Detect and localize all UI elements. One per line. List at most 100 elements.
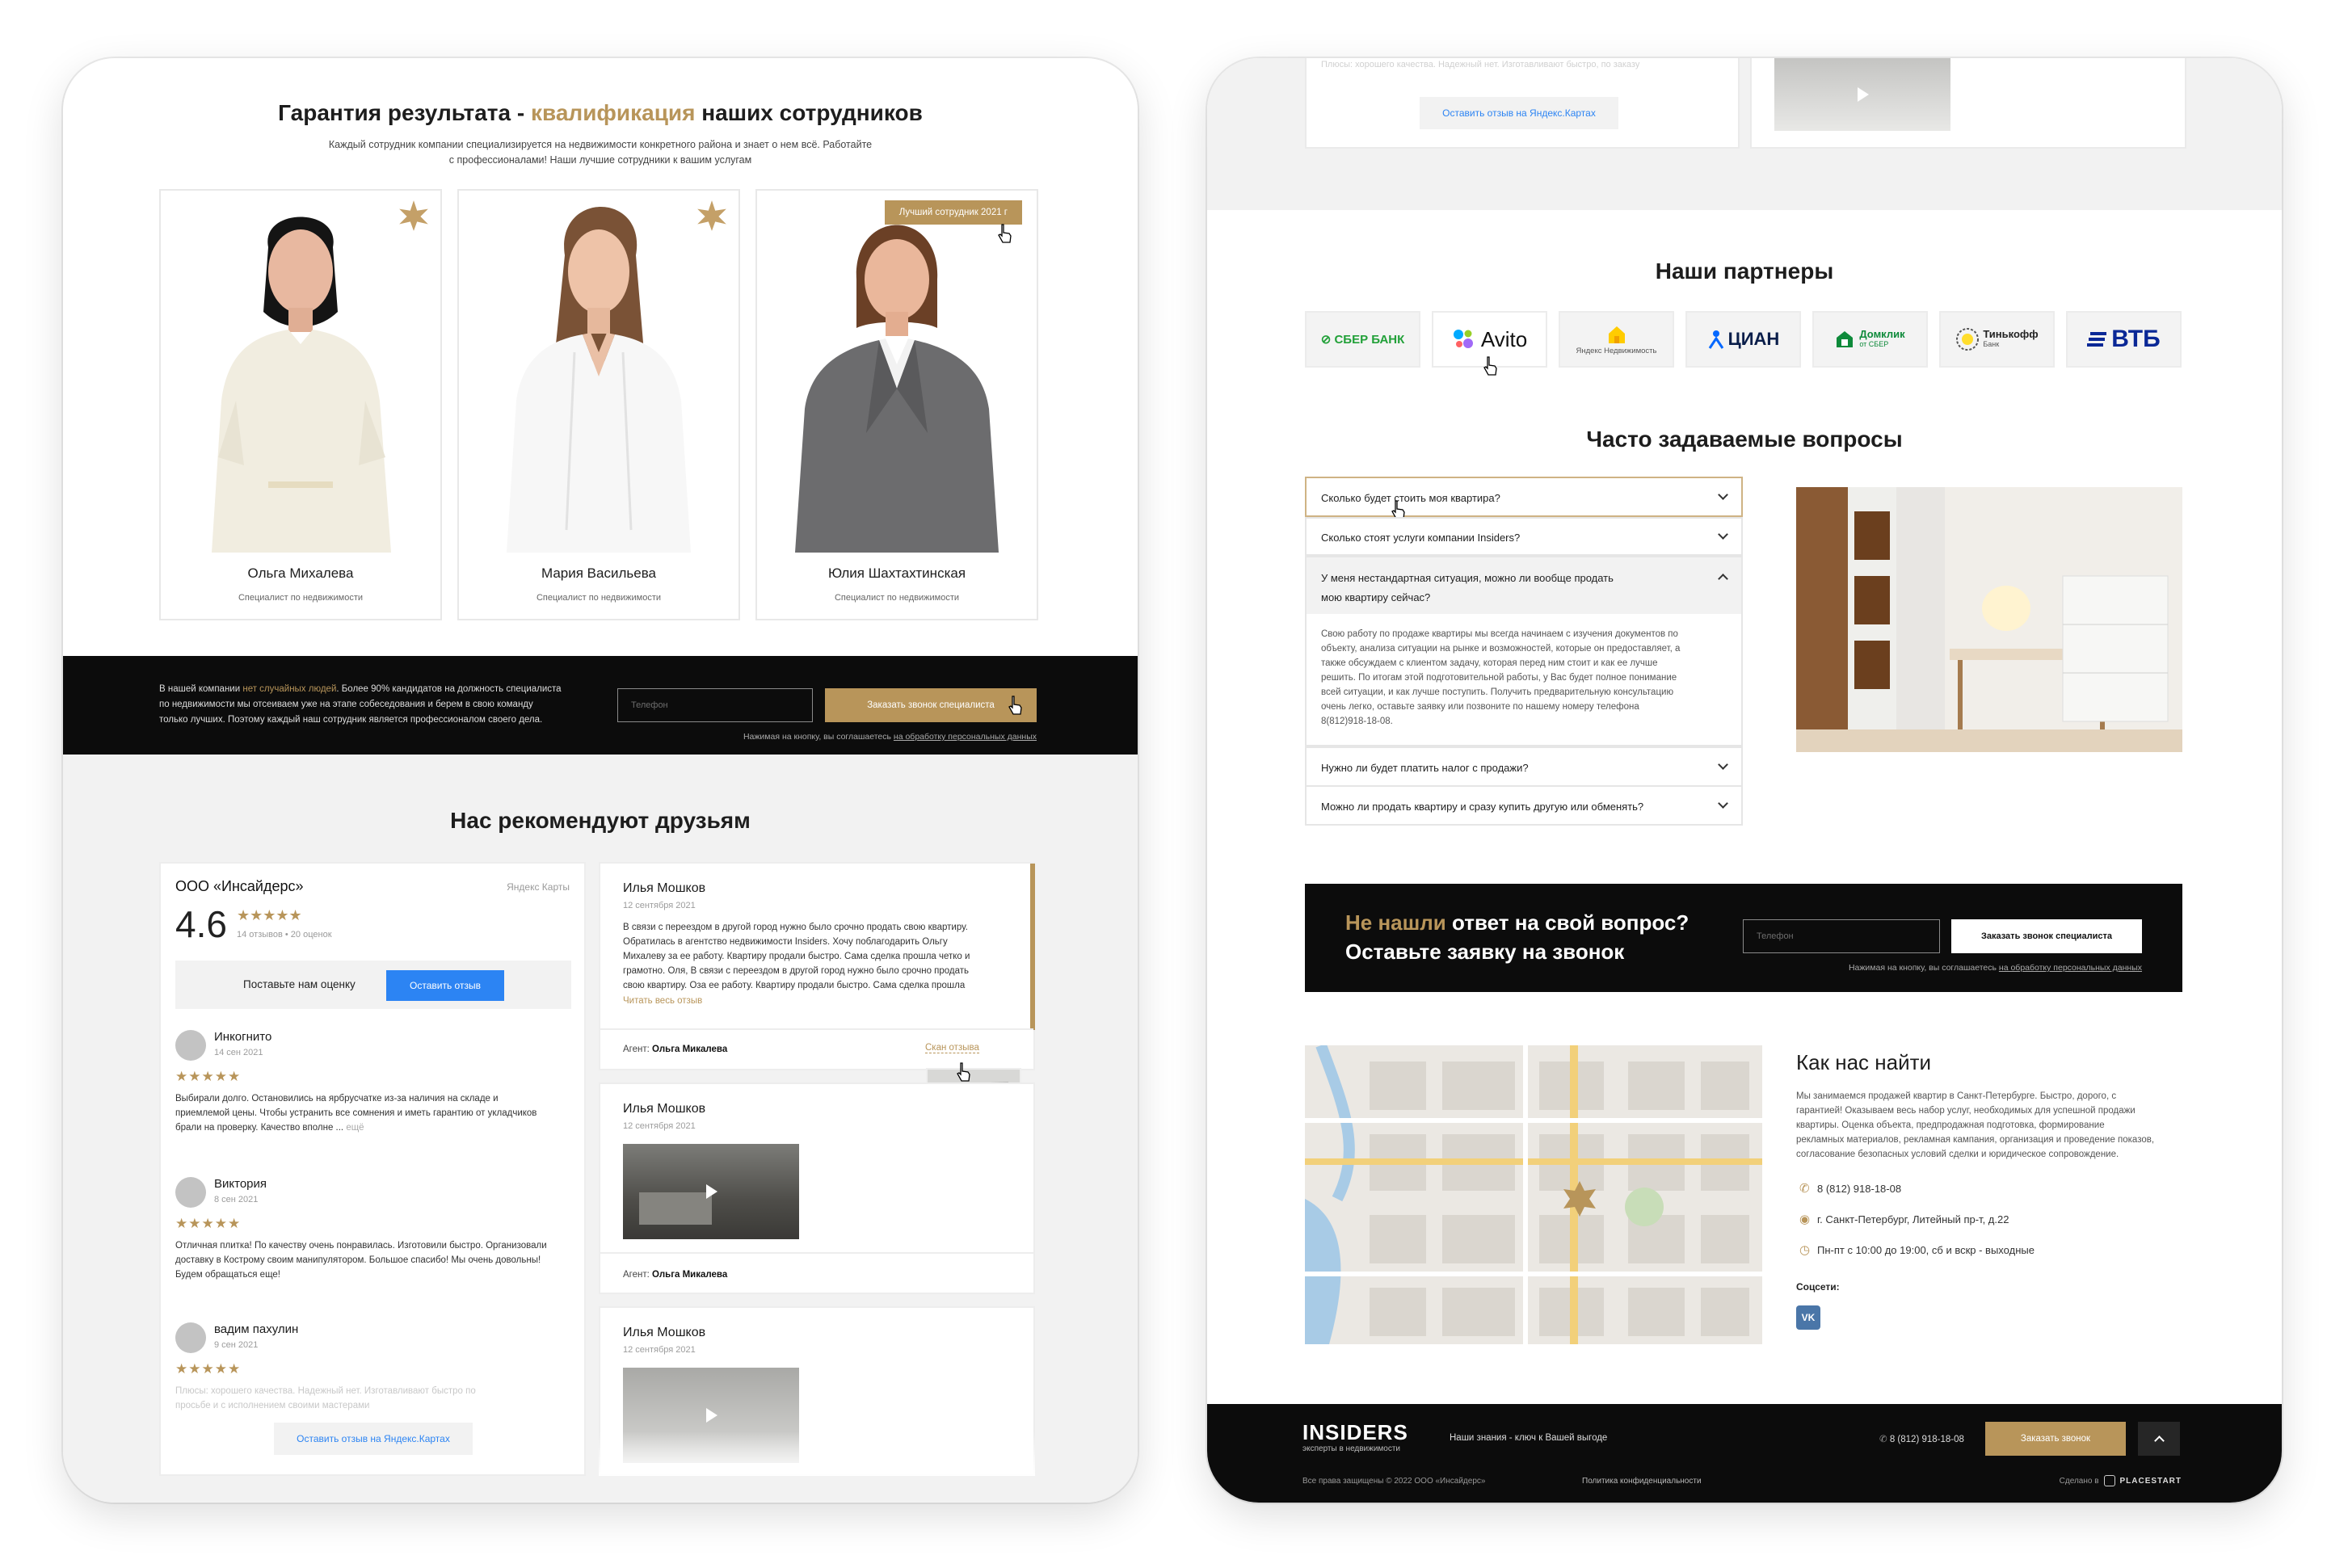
- employee-name: Мария Васильева: [541, 565, 656, 581]
- faq-item-open-hover[interactable]: Сколько будет стоить моя квартира?: [1305, 477, 1743, 517]
- video-thumbnail[interactable]: [623, 1144, 799, 1239]
- vk-icon[interactable]: VK: [1796, 1305, 1820, 1330]
- phone-input[interactable]: Телефон: [1743, 919, 1940, 953]
- location-pin-icon: ◉: [1799, 1213, 1811, 1226]
- faq-item[interactable]: Нужно ли будет платить налог с продажи?: [1305, 746, 1743, 787]
- chevron-down-icon: [1718, 798, 1728, 809]
- domclick-icon: [1837, 331, 1854, 347]
- hand-cursor-icon: [957, 1062, 970, 1082]
- cta-title: Не нашли ответ на свой вопрос? Оставьте …: [1345, 910, 1689, 964]
- footer-phone[interactable]: ✆ 8 (812) 918-18-08: [1879, 1433, 1964, 1444]
- review-scan-link[interactable]: Скан отзыва: [925, 1043, 979, 1053]
- leave-review-button[interactable]: Оставить отзыв: [386, 970, 504, 1001]
- divider: [600, 1028, 1033, 1030]
- avatar: [175, 1030, 206, 1061]
- privacy-link[interactable]: на обработку персональных данных: [894, 732, 1037, 742]
- team-card[interactable]: Ольга Михалева Специалист по недвижимост…: [159, 189, 442, 620]
- review-agent: Агент: Ольга Микалева: [623, 1270, 728, 1280]
- partner-logo-sber[interactable]: ⊘ СБЕР БАНК: [1305, 311, 1420, 368]
- insiders-logo[interactable]: INSIDERS: [1302, 1420, 1408, 1445]
- partner-logo-tinkoff[interactable]: Тинькофф Банк: [1939, 311, 2055, 368]
- privacy-link[interactable]: на обработку персональных данных: [1999, 963, 2142, 973]
- location-map[interactable]: [1305, 1045, 1762, 1344]
- yandex-review-link[interactable]: Оставить отзыв на Яндекс.Картах: [1420, 97, 1618, 129]
- reviews-section-end: Плюсы: хорошего качества. Надежный нет. …: [1207, 58, 2282, 210]
- yandex-widget-bottom: Плюсы: хорошего качества. Надежный нет. …: [1305, 58, 1740, 149]
- contacts-description: Мы занимаемся продажей квартир в Санкт-П…: [1796, 1091, 2155, 1159]
- team-card[interactable]: Мария Васильева Специалист по недвижимос…: [457, 189, 740, 620]
- order-call-button[interactable]: Заказать звонок специалиста: [825, 688, 1037, 722]
- avatar: [175, 1177, 206, 1208]
- review-stars: ★★★★★: [175, 1069, 242, 1084]
- made-by[interactable]: Сделано в PLACESTART: [2060, 1475, 2182, 1486]
- chevron-down-icon: [1718, 759, 1728, 770]
- faq-question: У меня нестандартная ситуация, можно ли …: [1321, 572, 1614, 603]
- divider: [600, 1252, 1033, 1254]
- award-star-icon: [399, 200, 428, 231]
- employee-name: Ольга Михалева: [247, 565, 354, 581]
- site-footer: INSIDERS эксперты в недвижимости Наши зн…: [1207, 1404, 2282, 1503]
- contact-hours: ◷ Пн-пт с 10:00 до 19:00, сб и вскр - вых…: [1799, 1243, 2035, 1257]
- hand-cursor-icon: [1008, 696, 1022, 715]
- partner-logo-yandex-realty[interactable]: Яндекс Недвижимость: [1559, 311, 1674, 368]
- reviewer-name: Инкогнито: [214, 1030, 272, 1044]
- company-name: ООО «Инсайдерс»: [175, 878, 304, 894]
- partner-logo-vtb[interactable]: ВТБ: [2066, 311, 2182, 368]
- house-icon: [1608, 326, 1625, 343]
- review-date: 14 сен 2021: [214, 1048, 263, 1057]
- employee-photo: [459, 191, 738, 553]
- review-agent: Агент: Ольга Микалева: [623, 1045, 728, 1054]
- review-text-faded: Плюсы: хорошего качества. Надежный нет. …: [175, 1386, 476, 1410]
- tinkoff-icon: [1956, 328, 1980, 351]
- faq-question: Сколько стоят услуги компании Insiders?: [1321, 532, 1521, 544]
- faq-question: Нужно ли будет платить налог с продажи?: [1321, 762, 1529, 774]
- left-page-mockup: Гарантия результата - квалификация наших…: [63, 58, 1138, 1503]
- clock-icon: ◷: [1799, 1243, 1811, 1257]
- team-section-subtitle: Каждый сотрудник компании специализирует…: [328, 139, 873, 166]
- chevron-up-icon: [2153, 1436, 2165, 1446]
- best-employee-badge: Лучший сотрудник 2021 г: [884, 200, 1022, 225]
- scroll-top-button[interactable]: [2138, 1422, 2180, 1456]
- rating-meta: 14 отзывов • 20 оценок: [237, 930, 332, 940]
- video-thumbnail[interactable]: [1774, 58, 1950, 131]
- cian-icon: [1708, 330, 1723, 349]
- sber-logo: ⊘ СБЕР БАНК: [1320, 333, 1405, 347]
- social-label: Соцсети:: [1796, 1281, 1840, 1293]
- play-icon: [706, 1184, 717, 1199]
- rate-us-label: Поставьте нам оценку: [243, 978, 356, 990]
- placestart-icon: [2103, 1475, 2115, 1486]
- rating-stars: ★★★★★: [237, 907, 302, 923]
- employee-photo: [161, 191, 440, 553]
- scroll-indicator: [1030, 864, 1035, 1030]
- faq-question: Можно ли продать квартиру и сразу купить…: [1321, 801, 1644, 813]
- reviewer-name: Илья Мошков: [623, 881, 706, 895]
- review-text: В связи с переездом в другой город нужно…: [623, 923, 970, 990]
- review-date: 9 сен 2021: [214, 1340, 259, 1350]
- contact-address: ◉ г. Санкт-Петербург, Литейный пр-т, д.22: [1799, 1213, 2009, 1226]
- faq-item[interactable]: Можно ли продать квартиру и сразу купить…: [1305, 785, 1743, 826]
- order-call-button[interactable]: Заказать звонок специалиста: [1951, 919, 2142, 953]
- partner-logo-domclick[interactable]: Домклик от СБЕР: [1812, 311, 1928, 368]
- employee-photo: [757, 191, 1037, 553]
- employee-role: Специалист по недвижимости: [238, 593, 364, 603]
- partner-logo-cian[interactable]: ЦИАН: [1685, 311, 1801, 368]
- phone-input[interactable]: Телефон: [617, 688, 813, 722]
- hand-cursor-icon: [998, 224, 1012, 243]
- team-card[interactable]: Лучший сотрудник 2021 г Юлия Шахтахтинск…: [755, 189, 1038, 620]
- vtb-icon: [2087, 332, 2107, 347]
- privacy-policy-link[interactable]: Политика конфиденциальности: [1582, 1477, 1702, 1486]
- read-more-link[interactable]: Читать весь отзыв: [623, 996, 702, 1006]
- phone-icon: ✆: [1799, 1182, 1810, 1196]
- contact-phone[interactable]: ✆ 8 (812) 918-18-08: [1799, 1182, 1901, 1196]
- employee-name: Юлия Шахтахтинская: [827, 565, 966, 581]
- faq-item-expanded[interactable]: У меня нестандартная ситуация, можно ли …: [1305, 556, 1743, 746]
- avatar: [175, 1322, 206, 1353]
- play-icon: [706, 1408, 717, 1423]
- reviewer-name: вадим пахулин: [214, 1322, 299, 1336]
- reviewer-name: Илья Мошков: [623, 1326, 706, 1339]
- footer-order-call-button[interactable]: Заказать звонок: [1985, 1422, 2126, 1456]
- review-text-faded: Плюсы: хорошего качества. Надежный нет. …: [1321, 60, 1640, 69]
- team-section-title: Гарантия результата - квалификация наших…: [278, 100, 923, 125]
- yandex-review-link[interactable]: Оставить отзыв на Яндекс.Картах: [274, 1423, 473, 1455]
- faq-item[interactable]: Сколько стоят услуги компании Insiders?: [1305, 517, 1743, 556]
